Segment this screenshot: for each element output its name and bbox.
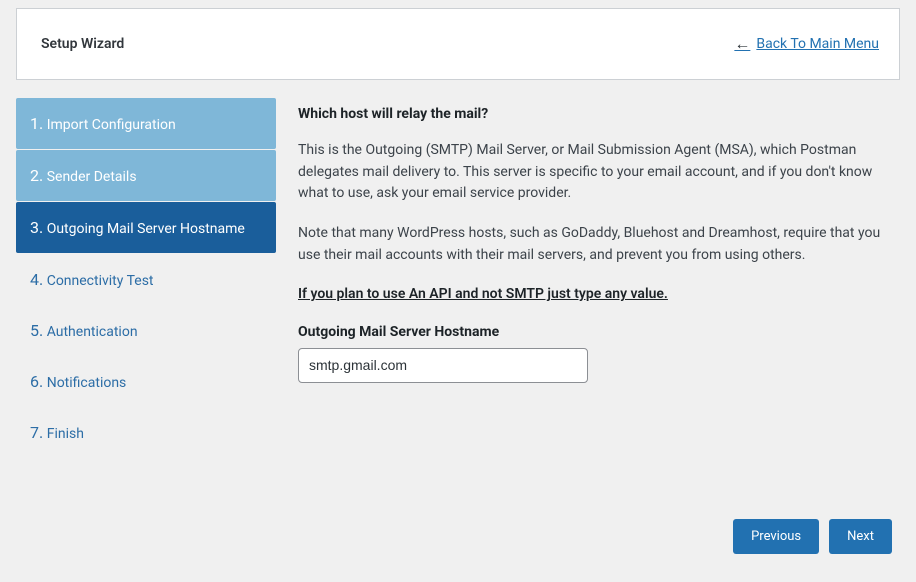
header-card: Setup Wizard ← Back To Main Menu bbox=[16, 8, 900, 80]
step-label: Connectivity Test bbox=[47, 273, 154, 289]
step-number: 1. bbox=[30, 114, 43, 133]
sidebar-item-import-configuration[interactable]: 1. Import Configuration bbox=[16, 98, 276, 149]
step-label: Notifications bbox=[47, 375, 127, 391]
arrow-left-icon: ← bbox=[734, 34, 750, 54]
main-area: 1. Import Configuration 2. Sender Detail… bbox=[0, 80, 916, 458]
hostname-field-label: Outgoing Mail Server Hostname bbox=[298, 324, 890, 340]
hostname-input[interactable] bbox=[298, 348, 588, 383]
step-label: Outgoing Mail Server Hostname bbox=[47, 221, 245, 237]
sidebar-item-connectivity-test[interactable]: 4. Connectivity Test bbox=[16, 254, 276, 305]
previous-button[interactable]: Previous bbox=[733, 519, 819, 554]
step-label: Sender Details bbox=[47, 169, 137, 185]
page-title: Setup Wizard bbox=[41, 36, 124, 52]
step-number: 2. bbox=[30, 166, 43, 185]
content-panel: Which host will relay the mail? This is … bbox=[294, 98, 900, 458]
step-number: 3. bbox=[30, 218, 43, 237]
sidebar-item-sender-details[interactable]: 2. Sender Details bbox=[16, 150, 276, 201]
content-paragraph-2: Note that many WordPress hosts, such as … bbox=[298, 223, 890, 266]
step-label: Authentication bbox=[47, 324, 138, 340]
content-heading: Which host will relay the mail? bbox=[298, 106, 890, 122]
content-paragraph-1: This is the Outgoing (SMTP) Mail Server,… bbox=[298, 140, 890, 205]
step-label: Import Configuration bbox=[47, 117, 176, 133]
step-label: Finish bbox=[47, 426, 84, 442]
wizard-sidebar: 1. Import Configuration 2. Sender Detail… bbox=[16, 98, 276, 458]
sidebar-item-authentication[interactable]: 5. Authentication bbox=[16, 305, 276, 356]
content-paragraph-api-note: If you plan to use An API and not SMTP j… bbox=[298, 284, 890, 306]
back-link-label: Back To Main Menu bbox=[756, 36, 879, 52]
footer-buttons: Previous Next bbox=[733, 519, 892, 554]
step-number: 7. bbox=[30, 423, 43, 442]
back-to-main-link[interactable]: ← Back To Main Menu bbox=[734, 34, 879, 54]
step-number: 6. bbox=[30, 372, 43, 391]
sidebar-item-notifications[interactable]: 6. Notifications bbox=[16, 356, 276, 407]
sidebar-item-finish[interactable]: 7. Finish bbox=[16, 407, 276, 458]
step-number: 4. bbox=[30, 270, 43, 289]
next-button[interactable]: Next bbox=[829, 519, 892, 554]
step-number: 5. bbox=[30, 321, 43, 340]
sidebar-item-outgoing-mail-server-hostname[interactable]: 3. Outgoing Mail Server Hostname bbox=[16, 202, 276, 253]
